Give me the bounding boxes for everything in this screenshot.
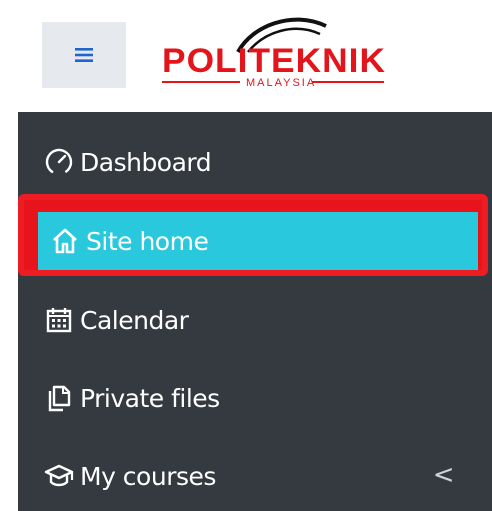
sidebar-item-site-home[interactable]: Site home xyxy=(38,212,478,270)
sidebar-item-label: My courses xyxy=(80,461,216,491)
files-icon xyxy=(42,381,76,415)
sidebar-item-dashboard[interactable]: Dashboard xyxy=(18,132,492,192)
sidebar-item-label: Private files xyxy=(80,383,220,413)
sidebar-item-label: Dashboard xyxy=(80,147,212,177)
chevron-left-icon[interactable]: < xyxy=(433,460,455,490)
sidebar-item-calendar[interactable]: Calendar xyxy=(18,290,492,350)
graduation-cap-icon xyxy=(42,459,76,493)
sidebar-item-private-files[interactable]: Private files xyxy=(18,368,492,428)
sidebar-item-row: Site home xyxy=(24,212,492,270)
sidebar-item-label: Site home xyxy=(86,226,209,256)
home-icon xyxy=(48,224,82,258)
hamburger-icon xyxy=(75,48,93,62)
active-highlight-frame: Site home xyxy=(18,194,488,276)
sidebar-item-my-courses[interactable]: My courses < xyxy=(18,446,492,506)
svg-text:POLITEKNIK: POLITEKNIK xyxy=(162,42,386,80)
menu-toggle-button[interactable] xyxy=(42,22,126,88)
sidebar-nav: Dashboard Site home Calendar Private fil… xyxy=(18,112,492,511)
politeknik-malaysia-logo: POLITEKNIK MALAYSIA xyxy=(162,17,386,89)
site-logo[interactable]: POLITEKNIK MALAYSIA xyxy=(160,6,395,96)
gauge-icon xyxy=(42,145,76,179)
calendar-icon xyxy=(42,303,76,337)
svg-text:MALAYSIA: MALAYSIA xyxy=(246,77,316,89)
sidebar-item-label: Calendar xyxy=(80,305,189,335)
